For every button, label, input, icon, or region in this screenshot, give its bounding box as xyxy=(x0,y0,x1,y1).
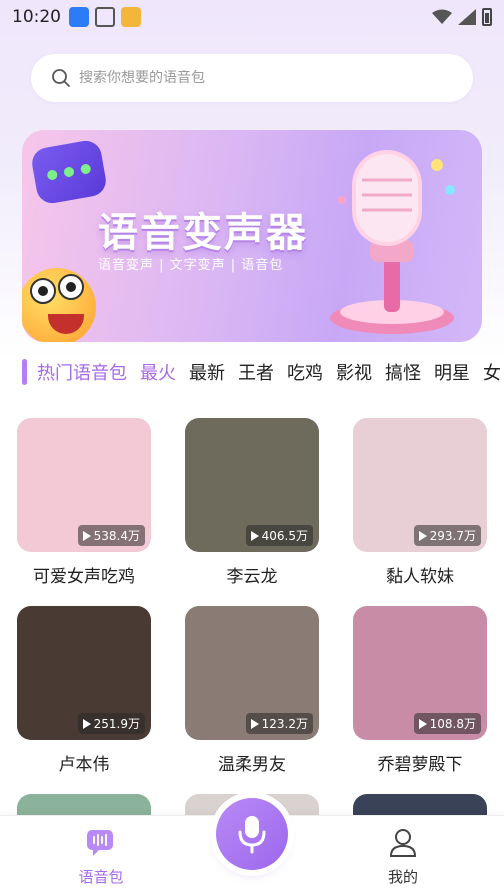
play-count-badge: 538.4万 xyxy=(77,525,145,546)
voice-pack-thumbnail: 251.9万 xyxy=(17,606,151,740)
banner-title: 语音变声器 xyxy=(98,210,308,256)
chat-bubble-icon xyxy=(29,138,109,206)
play-icon xyxy=(418,718,427,729)
play-count-badge: 406.5万 xyxy=(245,525,313,546)
play-count-badge: 108.8万 xyxy=(413,713,481,734)
search-bar[interactable] xyxy=(31,54,473,102)
voice-pack-name: 温柔男友 xyxy=(218,755,286,775)
tab-funny[interactable]: 搞怪 xyxy=(385,359,421,385)
signal-icon xyxy=(458,9,476,25)
voice-pack-name: 卢本伟 xyxy=(58,755,110,775)
status-bar: 10:20 xyxy=(0,0,504,34)
tab-newest[interactable]: 最新 xyxy=(189,359,225,385)
voice-pack-icon xyxy=(87,830,113,856)
status-time: 10:20 xyxy=(12,7,61,27)
nav-me[interactable]: 我的 xyxy=(363,828,443,887)
play-icon xyxy=(82,530,91,541)
voice-pack-name: 李云龙 xyxy=(226,567,278,587)
cube-icon xyxy=(95,7,115,27)
voice-pack-thumbnail: 123.2万 xyxy=(185,606,319,740)
tab-celebrity[interactable]: 明星 xyxy=(434,359,470,385)
search-icon xyxy=(52,69,70,87)
microphone-illustration xyxy=(330,150,455,334)
play-icon xyxy=(250,530,259,541)
voice-pack-card[interactable]: 108.8万 乔碧萝殿下 xyxy=(353,606,487,775)
promo-banner[interactable]: 语音变声器 语音变声 | 文字变声 | 语音包 xyxy=(22,130,482,342)
user-icon xyxy=(389,829,417,857)
play-count: 293.7万 xyxy=(429,529,476,543)
play-count: 251.9万 xyxy=(93,717,140,731)
play-count: 108.8万 xyxy=(429,717,476,731)
voice-pack-thumbnail: 406.5万 xyxy=(185,418,319,552)
tab-honor-of-kings[interactable]: 王者 xyxy=(238,359,274,385)
play-count-badge: 293.7万 xyxy=(413,525,481,546)
game-notification-icon xyxy=(121,7,141,27)
play-count: 538.4万 xyxy=(93,529,140,543)
tab-pubg[interactable]: 吃鸡 xyxy=(287,359,323,385)
nav-voice-pack[interactable]: 语音包 xyxy=(61,828,141,887)
voice-pack-name: 黏人软妹 xyxy=(386,567,454,587)
category-tabs: 热门语音包 最火 最新 王者 吃鸡 影视 搞怪 明星 女 xyxy=(22,356,504,388)
tab-hottest[interactable]: 最火 xyxy=(140,359,176,385)
search-input[interactable] xyxy=(79,70,439,86)
voice-pack-thumbnail: 293.7万 xyxy=(353,418,487,552)
play-count-badge: 123.2万 xyxy=(245,713,313,734)
tab-hot-voice-packs[interactable]: 热门语音包 xyxy=(37,359,127,385)
microphone-icon xyxy=(238,816,266,854)
play-icon xyxy=(250,718,259,729)
voice-pack-card[interactable]: 123.2万 温柔男友 xyxy=(185,606,319,775)
voice-pack-thumbnail: 538.4万 xyxy=(17,418,151,552)
nav-me-label: 我的 xyxy=(387,868,418,886)
voice-pack-card[interactable]: 251.9万 卢本伟 xyxy=(17,606,151,775)
voice-pack-name: 可爱女声吃鸡 xyxy=(33,567,135,587)
play-count-badge: 251.9万 xyxy=(77,713,145,734)
voice-pack-thumbnail: 108.8万 xyxy=(353,606,487,740)
tab-female[interactable]: 女 xyxy=(483,359,501,385)
nav-voice-pack-label: 语音包 xyxy=(78,868,124,886)
emoji-face-icon xyxy=(22,268,96,342)
voice-pack-card[interactable]: 538.4万 可爱女声吃鸡 xyxy=(17,418,151,587)
battery-icon xyxy=(482,8,492,26)
voice-pack-card[interactable]: 406.5万 李云龙 xyxy=(185,418,319,587)
banner-subtitle: 语音变声 | 文字变声 | 语音包 xyxy=(98,258,284,273)
play-icon xyxy=(82,718,91,729)
play-count: 123.2万 xyxy=(261,717,308,731)
app-notification-icon xyxy=(69,7,89,27)
record-microphone-button[interactable] xyxy=(216,798,288,870)
tab-movies[interactable]: 影视 xyxy=(336,359,372,385)
category-indicator xyxy=(22,359,27,385)
voice-pack-name: 乔碧萝殿下 xyxy=(377,755,463,775)
play-icon xyxy=(418,530,427,541)
play-count: 406.5万 xyxy=(261,529,308,543)
wifi-icon xyxy=(432,9,452,24)
voice-pack-card[interactable]: 293.7万 黏人软妹 xyxy=(353,418,487,587)
